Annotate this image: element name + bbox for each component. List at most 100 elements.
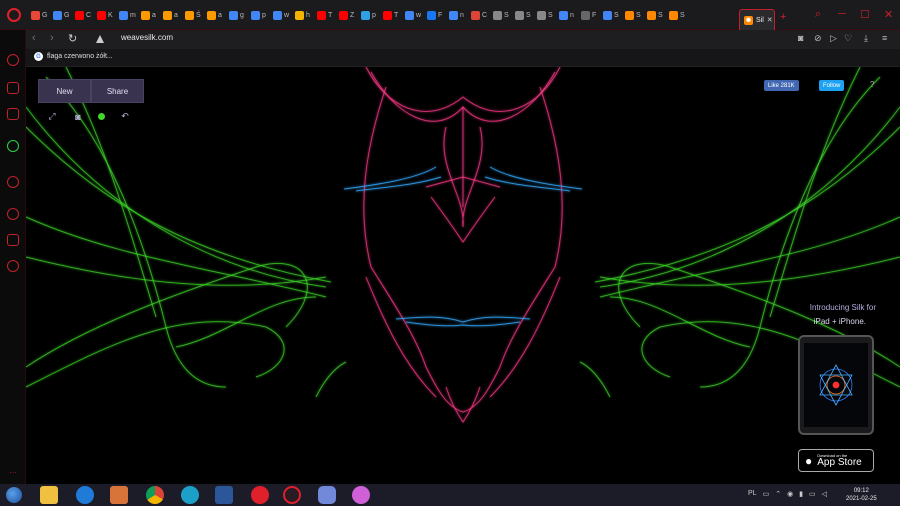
easy-setup-icon[interactable]: ≡ <box>882 33 887 43</box>
language-indicator[interactable]: PL <box>748 490 757 498</box>
app-store-badge[interactable]: ● Download on the App Store <box>798 449 874 472</box>
tab-item[interactable]: g <box>226 6 248 24</box>
twitch-icon[interactable] <box>7 108 19 120</box>
edge-icon[interactable] <box>181 486 199 504</box>
tab-item[interactable]: a <box>160 6 182 24</box>
extensions-icon[interactable] <box>7 234 19 246</box>
tab-item[interactable]: C <box>468 6 490 24</box>
antivirus-icon[interactable]: ◉ <box>787 490 793 498</box>
chevron-up-icon[interactable]: ⌃ <box>775 490 781 498</box>
silk-canvas[interactable] <box>26 67 900 484</box>
file-explorer-icon[interactable] <box>40 486 58 504</box>
tab-label: g <box>240 11 244 19</box>
sidebar-more-icon[interactable]: ··· <box>9 468 17 477</box>
share-button[interactable]: Share <box>91 79 144 103</box>
bookmark-heart-icon[interactable]: ♡ <box>844 33 852 44</box>
minimize-button[interactable]: ─ <box>838 8 846 20</box>
new-button[interactable]: New <box>38 79 91 103</box>
tab-item[interactable]: Z <box>336 6 358 24</box>
apple-icon: ● <box>805 453 813 468</box>
word-icon[interactable] <box>215 486 233 504</box>
tab-item[interactable]: w <box>270 6 292 24</box>
opera-menu-icon[interactable] <box>7 8 21 22</box>
tab-item[interactable]: T <box>380 6 402 24</box>
keyboard-icon[interactable]: ▭ <box>763 490 770 498</box>
adblock-icon[interactable]: ⊘ <box>814 33 822 44</box>
tab-item[interactable]: F <box>424 6 446 24</box>
tab-favicon-icon <box>185 10 194 20</box>
tab-item[interactable]: G <box>50 6 72 24</box>
tab-item[interactable]: K <box>94 6 116 24</box>
tab-item[interactable]: a <box>204 6 226 24</box>
tab-item[interactable]: n <box>446 6 468 24</box>
chrome-icon[interactable] <box>146 486 164 504</box>
twitter-follow-button[interactable]: Follow <box>819 80 845 91</box>
tab-item[interactable]: S <box>600 6 622 24</box>
vpn-icon[interactable]: ▷ <box>830 33 837 44</box>
tab-item[interactable]: S <box>666 6 688 24</box>
paint-icon[interactable] <box>352 486 370 504</box>
whatsapp-icon[interactable] <box>7 140 19 152</box>
help-button[interactable]: ? <box>870 80 874 89</box>
network-icon[interactable]: ▮ <box>799 490 803 498</box>
forward-button[interactable]: › <box>50 32 54 44</box>
shopping-icon[interactable] <box>7 82 19 94</box>
tab-item[interactable]: S <box>622 6 644 24</box>
tab-item[interactable]: S <box>534 6 556 24</box>
close-window-button[interactable]: ✕ <box>884 8 893 21</box>
battery-icon[interactable]: ▭ <box>809 490 816 498</box>
new-tab-button[interactable]: + <box>780 11 786 23</box>
tab-item[interactable]: Ś <box>182 6 204 24</box>
opera-gx-icon[interactable] <box>283 486 301 504</box>
color-picker-dot[interactable] <box>98 113 105 120</box>
tab-item[interactable]: n <box>556 6 578 24</box>
tab-item[interactable]: m <box>116 6 138 24</box>
volume-icon[interactable]: ◁ <box>822 490 827 498</box>
tab-label: T <box>328 11 333 19</box>
snapshot-icon[interactable]: ◙ <box>798 33 803 43</box>
reload-button[interactable]: ↻ <box>68 32 77 45</box>
tab-item[interactable]: w <box>402 6 424 24</box>
settings-icon[interactable] <box>7 260 19 272</box>
download-icon[interactable]: ⤓ <box>864 33 868 44</box>
tab-label: S <box>680 11 685 19</box>
tab-item[interactable]: S <box>490 6 512 24</box>
tab-item[interactable]: F <box>578 6 600 24</box>
promo-title: Introducing Silk for <box>809 303 876 312</box>
tab-item[interactable]: p <box>358 6 380 24</box>
fullscreen-icon[interactable]: ⤢ <box>46 111 58 122</box>
history-icon[interactable] <box>7 208 19 220</box>
tab-active[interactable]: ✺ Sil ✕ <box>739 9 775 30</box>
messenger-icon[interactable] <box>7 176 19 188</box>
internet-explorer-icon[interactable] <box>76 486 94 504</box>
speed-dial-icon[interactable] <box>7 54 19 66</box>
media-player-icon[interactable] <box>110 486 128 504</box>
tab-label: C <box>482 11 488 19</box>
ipad-promo-image[interactable] <box>798 335 874 435</box>
undo-icon[interactable]: ↶ <box>119 111 131 122</box>
camera-icon[interactable]: ◙ <box>72 112 84 122</box>
tab-item[interactable]: S <box>512 6 534 24</box>
tab-item[interactable]: T <box>314 6 336 24</box>
maximize-button[interactable]: ☐ <box>860 8 870 21</box>
tab-search-icon[interactable]: ⌕ <box>815 8 821 21</box>
start-button[interactable] <box>6 487 22 503</box>
back-button[interactable]: ‹ <box>32 32 36 44</box>
silk-canvas-page[interactable]: New Share ⤢ ◙ ↶ Like 281K Follow ? Intro… <box>26 67 900 484</box>
facebook-like-button[interactable]: Like 281K <box>764 80 799 91</box>
tab-item[interactable]: p <box>248 6 270 24</box>
tab-close-icon[interactable]: ✕ <box>767 16 773 24</box>
tab-item[interactable]: S <box>644 6 666 24</box>
site-info-icon[interactable] <box>96 35 104 43</box>
tab-item[interactable]: a <box>138 6 160 24</box>
tab-item[interactable]: C <box>72 6 94 24</box>
tab-item[interactable]: h <box>292 6 314 24</box>
system-clock[interactable]: 09:12 2021-02-25 <box>846 487 877 503</box>
bookmark-item[interactable]: G flaga czerwono żółt... <box>34 52 113 61</box>
tab-favicon-icon <box>449 10 458 20</box>
discord-icon[interactable] <box>318 486 336 504</box>
tab-item[interactable]: G <box>28 6 50 24</box>
url-field[interactable]: weavesilk.com <box>121 33 173 42</box>
opera-icon[interactable] <box>251 486 269 504</box>
silk-favicon-icon: ✺ <box>744 15 753 25</box>
